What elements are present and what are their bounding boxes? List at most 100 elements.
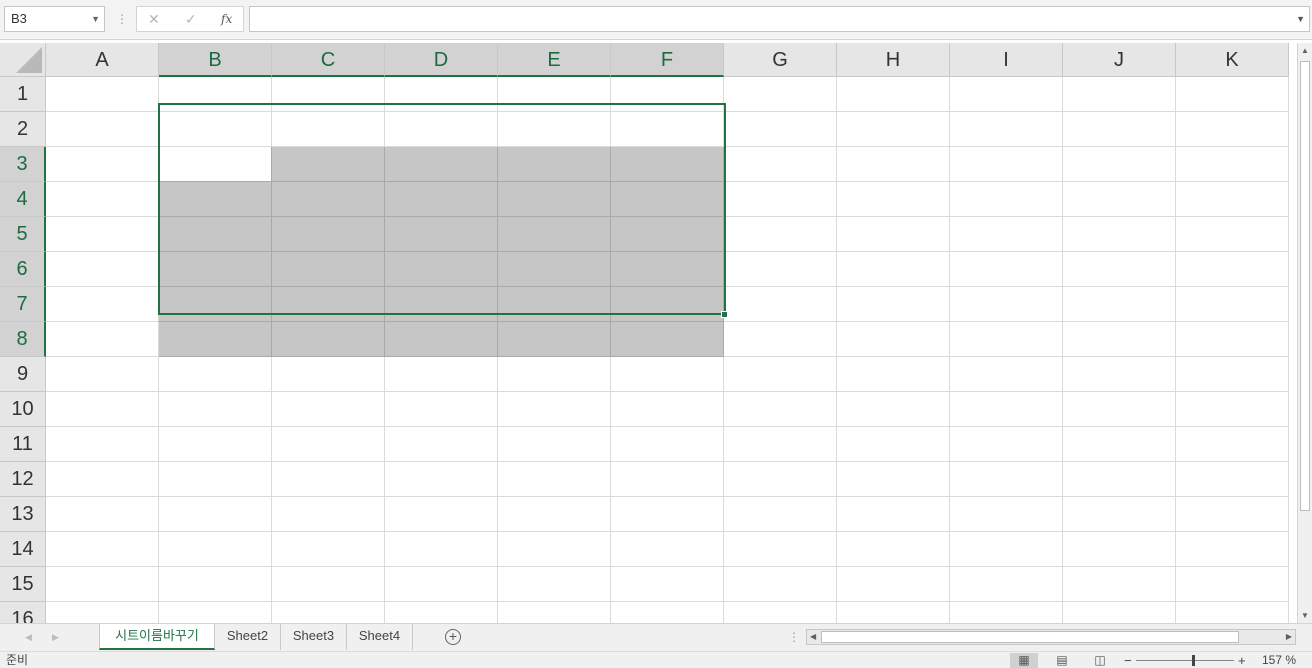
row-header-14[interactable]: 14 [0,532,46,567]
cell-d7[interactable] [385,287,498,322]
cell-a5[interactable] [46,217,159,252]
cell-k16[interactable] [1176,602,1289,623]
row-header-16[interactable]: 16 [0,602,46,623]
row-header-10[interactable]: 10 [0,392,46,427]
cell-a6[interactable] [46,252,159,287]
cell-area[interactable] [46,77,1297,623]
cell-i16[interactable] [950,602,1063,623]
cell-i9[interactable] [950,357,1063,392]
row-header-4[interactable]: 4 [0,182,46,217]
cell-k4[interactable] [1176,182,1289,217]
cell-k9[interactable] [1176,357,1289,392]
cell-b9[interactable] [159,357,272,392]
cell-e15[interactable] [498,567,611,602]
row-header-12[interactable]: 12 [0,462,46,497]
scroll-down-icon[interactable]: ▼ [1301,611,1309,620]
cell-e6[interactable] [498,252,611,287]
cell-i4[interactable] [950,182,1063,217]
sheet-tab-1[interactable]: 시트이름바꾸기 [99,624,215,650]
cell-d3[interactable] [385,147,498,182]
cell-j5[interactable] [1063,217,1176,252]
cell-k7[interactable] [1176,287,1289,322]
row-header-8[interactable]: 8 [0,322,46,357]
cell-h14[interactable] [837,532,950,567]
cell-e8[interactable] [498,322,611,357]
horizontal-scrollbar[interactable]: ◀ ▶ [806,629,1296,645]
cell-e4[interactable] [498,182,611,217]
function-icon[interactable]: fx [221,7,232,31]
row-header-1[interactable]: 1 [0,77,46,112]
name-box-dropdown-icon[interactable]: ▼ [91,7,100,31]
cell-a13[interactable] [46,497,159,532]
cell-c2[interactable] [272,112,385,147]
cell-j1[interactable] [1063,77,1176,112]
cell-g3[interactable] [724,147,837,182]
cell-g1[interactable] [724,77,837,112]
cell-g11[interactable] [724,427,837,462]
column-header-d[interactable]: D [385,43,498,77]
cell-i6[interactable] [950,252,1063,287]
cell-b12[interactable] [159,462,272,497]
cell-g16[interactable] [724,602,837,623]
cell-j9[interactable] [1063,357,1176,392]
cell-c8[interactable] [272,322,385,357]
close-icon[interactable]: ✕ [148,7,160,31]
cell-a9[interactable] [46,357,159,392]
chevron-down-icon[interactable]: ▼ [1296,7,1305,31]
cell-f13[interactable] [611,497,724,532]
cell-e14[interactable] [498,532,611,567]
cell-c15[interactable] [272,567,385,602]
cell-k8[interactable] [1176,322,1289,357]
sheet-tab-2[interactable]: Sheet2 [215,624,281,650]
cell-j10[interactable] [1063,392,1176,427]
cell-h10[interactable] [837,392,950,427]
cell-b3[interactable] [159,147,272,182]
cell-b14[interactable] [159,532,272,567]
column-header-a[interactable]: A [46,43,159,77]
cell-f16[interactable] [611,602,724,623]
cell-g4[interactable] [724,182,837,217]
cell-k6[interactable] [1176,252,1289,287]
cell-h15[interactable] [837,567,950,602]
cell-f8[interactable] [611,322,724,357]
cell-a7[interactable] [46,287,159,322]
cell-k3[interactable] [1176,147,1289,182]
row-header-11[interactable]: 11 [0,427,46,462]
cell-d15[interactable] [385,567,498,602]
cell-h1[interactable] [837,77,950,112]
column-header-i[interactable]: I [950,43,1063,77]
name-box[interactable]: B3 ▼ [4,6,105,32]
cell-e12[interactable] [498,462,611,497]
row-header-13[interactable]: 13 [0,497,46,532]
cell-f1[interactable] [611,77,724,112]
cell-j3[interactable] [1063,147,1176,182]
cell-h3[interactable] [837,147,950,182]
normal-view-icon[interactable]: ▦ [1010,653,1038,668]
cell-g6[interactable] [724,252,837,287]
cell-b10[interactable] [159,392,272,427]
cell-c5[interactable] [272,217,385,252]
cell-c16[interactable] [272,602,385,623]
cell-b7[interactable] [159,287,272,322]
cell-h2[interactable] [837,112,950,147]
vertical-scroll-thumb[interactable] [1300,61,1310,511]
cell-f3[interactable] [611,147,724,182]
cell-e11[interactable] [498,427,611,462]
formula-bar-resize-handle[interactable]: ⋮ [116,6,128,32]
cell-a2[interactable] [46,112,159,147]
cell-d5[interactable] [385,217,498,252]
cell-j12[interactable] [1063,462,1176,497]
check-icon[interactable]: ✓ [185,7,197,31]
cell-i7[interactable] [950,287,1063,322]
cell-j6[interactable] [1063,252,1176,287]
cell-b8[interactable] [159,322,272,357]
select-all-button[interactable] [0,43,46,77]
row-header-6[interactable]: 6 [0,252,46,287]
cell-j4[interactable] [1063,182,1176,217]
cell-k12[interactable] [1176,462,1289,497]
cell-h11[interactable] [837,427,950,462]
page-break-view-icon[interactable]: ◫ [1086,653,1114,668]
cell-j8[interactable] [1063,322,1176,357]
cell-j7[interactable] [1063,287,1176,322]
cell-d1[interactable] [385,77,498,112]
